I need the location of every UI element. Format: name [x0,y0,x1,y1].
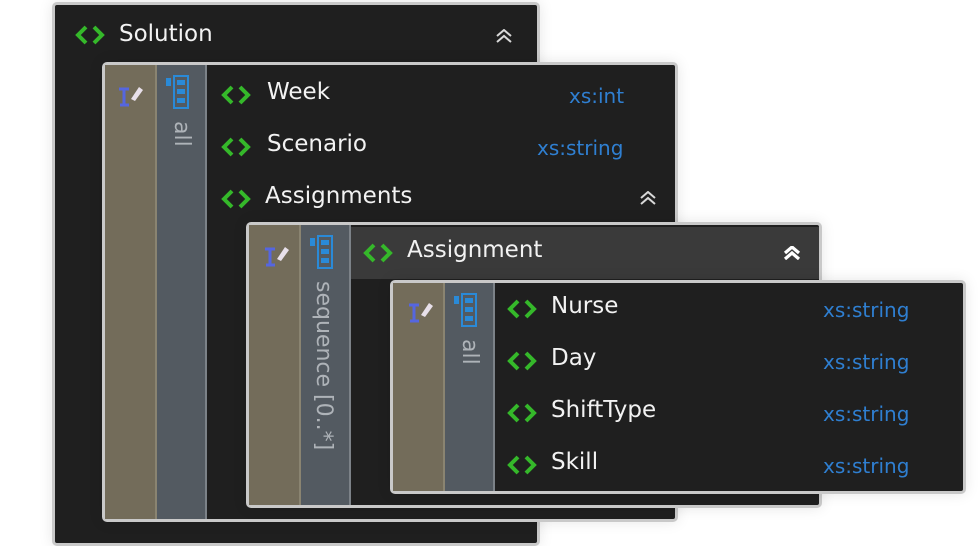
edit-icon [261,243,291,269]
element-type: xs:int [569,84,625,108]
element-icon [507,351,537,371]
element-name: ShiftType [551,397,657,423]
solution-header[interactable]: Solution [55,9,537,61]
element-icon [507,455,537,475]
inner-all-group: all Nurse xs:string Day xs:string ShiftT… [390,280,966,494]
element-icon [507,299,537,319]
collapse-chevron-icon[interactable] [639,191,657,205]
element-type: xs:string [537,136,624,160]
element-row-shifttype[interactable]: ShiftType xs:string [495,387,963,439]
sequence-edit-strip[interactable] [249,225,301,505]
element-row-nurse[interactable]: Nurse xs:string [495,283,963,335]
outer-group-edit-strip[interactable] [105,65,157,519]
element-row-assignments[interactable]: Assignments [207,173,673,225]
element-name: Skill [551,449,599,475]
compositor-label: all [169,121,194,147]
collapse-chevron-icon[interactable] [495,29,513,43]
element-icon [221,85,251,105]
compositor-label: all [457,339,482,365]
element-type: xs:string [823,454,910,478]
element-name: Nurse [551,293,619,319]
sequence-compositor-strip[interactable]: sequence [0..*] [301,225,351,505]
element-name: Week [267,79,331,105]
element-row-assignment[interactable]: Assignment [351,227,819,279]
edit-icon [405,299,435,325]
element-type: xs:string [823,298,910,322]
compositor-label: sequence [0..*] [311,281,336,451]
element-name: Day [551,345,597,371]
element-name: Assignment [407,237,543,263]
element-name: Assignments [265,183,413,209]
inner-group-edit-strip[interactable] [393,283,445,491]
element-icon [363,243,393,263]
element-row-day[interactable]: Day xs:string [495,335,963,387]
collapse-chevron-icon[interactable] [783,246,801,260]
element-icon [75,25,105,45]
edit-icon [115,83,145,109]
element-icon [221,189,251,209]
element-row-skill[interactable]: Skill xs:string [495,439,963,491]
element-row-scenario[interactable]: Scenario xs:string [207,121,673,173]
element-type: xs:string [823,402,910,426]
element-name: Scenario [267,131,367,157]
element-icon [221,137,251,157]
compositor-icon [165,75,195,109]
element-icon [507,403,537,423]
compositor-icon [453,293,483,327]
solution-label: Solution [119,21,213,47]
compositor-icon [309,235,339,269]
inner-compositor-strip[interactable]: all [445,283,495,491]
element-row-week[interactable]: Week xs:int [207,69,673,121]
outer-compositor-strip[interactable]: all [157,65,207,519]
element-type: xs:string [823,350,910,374]
